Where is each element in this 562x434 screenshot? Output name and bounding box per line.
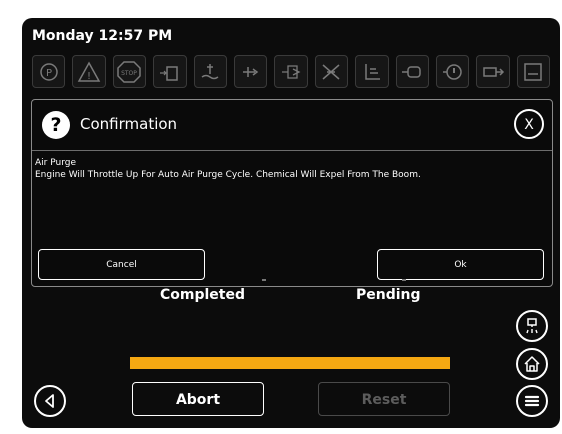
dialog-header: ? Confirmation X (32, 100, 552, 151)
abort-button[interactable]: Abort (132, 382, 264, 416)
progress-fill (130, 357, 450, 369)
fluid-level-icon (153, 55, 187, 88)
home-icon (524, 356, 540, 372)
tank-level-icon (516, 55, 551, 88)
svg-text:STOP: STOP (122, 70, 138, 77)
spray-nozzle-icon (526, 318, 538, 334)
stop-icon: STOP (112, 55, 147, 88)
transmission-icon (274, 55, 308, 88)
state-completed: Completed (160, 287, 246, 303)
coolant-temperature-icon (193, 55, 227, 88)
back-button[interactable] (34, 385, 66, 417)
dialog-message-body: Engine Will Throttle Up For Auto Air Pur… (35, 170, 421, 180)
oil-pressure-icon (435, 55, 470, 88)
spray-nozzle-button[interactable] (516, 310, 548, 342)
state-pending: Pending (356, 287, 421, 303)
close-button[interactable]: X (514, 109, 544, 139)
warning-indicator-row: P ! STOP (32, 55, 551, 88)
cancel-button[interactable]: Cancel (38, 249, 205, 280)
hydraulic-oil-icon (355, 55, 389, 88)
svg-text:P: P (46, 68, 52, 79)
engine-icon (395, 55, 429, 88)
back-arrow-icon (45, 394, 54, 408)
confirmation-dialog: ? Confirmation X Air Purge Engine Will T… (31, 99, 553, 287)
dialog-message-title: Air Purge (35, 158, 76, 168)
display-screen: Monday 12:57 PM P ! STOP ? Confirmation … (22, 18, 560, 428)
indicator-tick (402, 279, 406, 281)
filter-restriction-icon (314, 55, 349, 88)
progress-bar (130, 357, 450, 369)
home-button[interactable] (516, 348, 548, 380)
menu-icon (524, 395, 540, 407)
dialog-title: Confirmation (80, 115, 178, 133)
hydraulic-pressure-icon (233, 55, 268, 88)
warning-triangle-icon: ! (72, 55, 106, 88)
indicator-tick (262, 279, 266, 281)
park-brake-icon: P (32, 55, 66, 88)
status-datetime: Monday 12:57 PM (32, 28, 173, 44)
svg-text:!: ! (87, 71, 91, 82)
reset-button: Reset (318, 382, 450, 416)
menu-button[interactable] (516, 385, 548, 417)
fuel-icon (476, 55, 510, 88)
ok-button[interactable]: Ok (377, 249, 544, 280)
question-icon: ? (42, 111, 70, 139)
